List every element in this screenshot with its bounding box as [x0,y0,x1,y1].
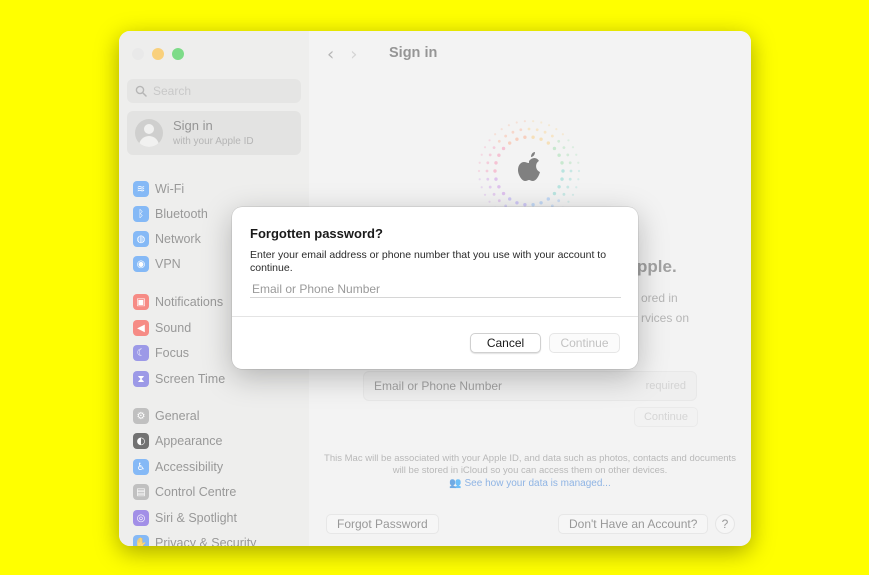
cancel-button[interactable]: Cancel [470,333,541,353]
continue-button[interactable]: Continue [549,333,620,353]
dialog-divider [232,316,638,317]
forgotten-password-dialog: Forgotten password? Enter your email add… [232,207,638,369]
email-or-phone-input[interactable] [250,280,621,298]
dialog-message: Enter your email address or phone number… [250,249,607,274]
dialog-title: Forgotten password? [250,226,383,241]
